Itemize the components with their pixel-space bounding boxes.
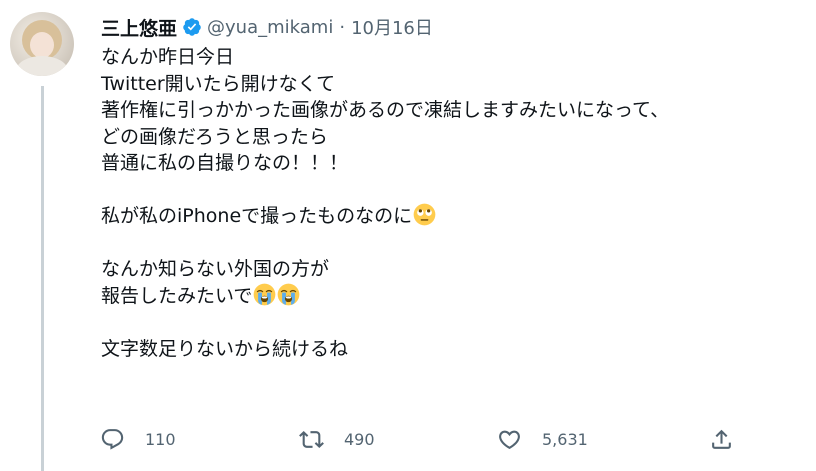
share-icon xyxy=(712,429,731,449)
tweet-body: なんか昨日今日 Twitter開いたら開けなくて 著作権に引っかかった画像がある… xyxy=(101,44,801,362)
tweet-line: なんか知らない外国の方が xyxy=(101,256,801,283)
tweet-date[interactable]: 10月16日 xyxy=(351,14,433,40)
reply-button[interactable]: 110 xyxy=(100,422,176,456)
like-button[interactable]: 5,631 xyxy=(497,422,588,456)
user-handle[interactable]: @yua_mikami xyxy=(207,17,333,38)
tweet-line: 私が私のiPhoneで撮ったものなのに xyxy=(101,203,801,230)
tweet-line: 文字数足りないから続けるね xyxy=(101,336,801,363)
retweet-button[interactable]: 490 xyxy=(299,422,375,456)
heart-icon xyxy=(499,430,520,449)
loudly-crying-face-icon xyxy=(278,283,300,305)
retweet-count: 490 xyxy=(344,429,375,449)
tweet-actions: 110 490 5,631 xyxy=(100,422,746,456)
tweet-line: 普通に私の自撮りなの！！！ xyxy=(101,150,801,177)
tweet-line: 著作権に引っかかった画像があるので凍結しますみたいになって、 xyxy=(101,97,801,124)
face-with-rolling-eyes-icon xyxy=(413,203,436,226)
like-count: 5,631 xyxy=(542,429,588,449)
tweet-line-text: 報告したみたいで xyxy=(101,284,253,307)
tweet-line: なんか昨日今日 xyxy=(101,44,801,71)
tweet-line-text: Twitter開いたら開けなくて xyxy=(101,72,336,95)
reply-count: 110 xyxy=(145,429,176,449)
avatar-column xyxy=(10,12,74,76)
tweet-line-text: なんか昨日今日 xyxy=(101,46,235,68)
display-name[interactable]: 三上悠亜 xyxy=(101,14,177,41)
retweet-icon xyxy=(299,430,324,448)
avatar-clothing xyxy=(16,56,68,76)
tweet[interactable]: 三上悠亜 @yua_mikami · 10月16日 なんか昨日今日 Twitte… xyxy=(0,0,816,471)
tweet-line-text: どの画像だろうと思ったら xyxy=(101,125,328,148)
avatar-face xyxy=(30,32,54,58)
tweet-line: どの画像だろうと思ったら xyxy=(101,124,801,151)
tweet-line-text: 文字数足りないから続けるね xyxy=(101,337,349,360)
loudly-crying-face-icon xyxy=(254,283,276,305)
tweet-line-text: 私が私のiPhoneで撮ったものなのに xyxy=(101,205,413,227)
separator-dot: · xyxy=(339,16,346,38)
tweet-line-text: 著作権に引っかかった画像があるので凍結しますみたいになって、 xyxy=(101,99,670,121)
tweet-line: 報告したみたいで xyxy=(101,283,801,310)
tweet-line: Twitter開いたら開けなくて xyxy=(101,71,801,98)
tweet-line-text: 普通に私の自撮りなの！！！ xyxy=(101,152,349,174)
verified-badge-icon xyxy=(183,18,201,36)
thread-line xyxy=(41,86,44,471)
share-button[interactable] xyxy=(709,422,734,456)
tweet-line-text: なんか知らない外国の方が xyxy=(101,258,330,280)
reply-icon xyxy=(101,428,124,450)
tweet-header: 三上悠亜 @yua_mikami · 10月16日 xyxy=(101,12,433,42)
avatar[interactable] xyxy=(10,12,74,76)
